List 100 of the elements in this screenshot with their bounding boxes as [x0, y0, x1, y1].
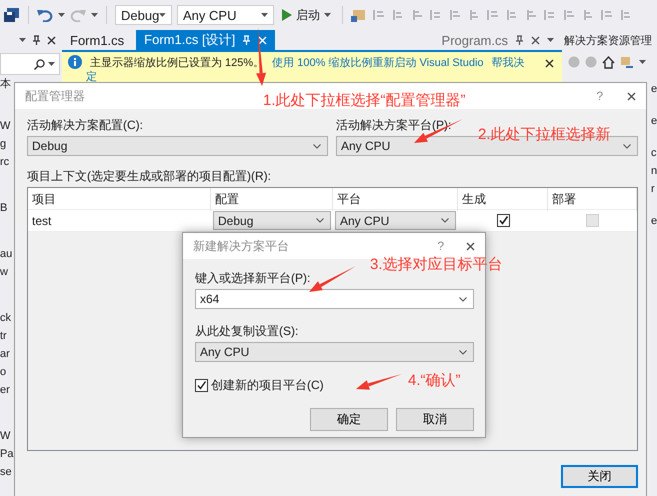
caret-icon	[58, 13, 65, 17]
tree-item[interactable]: g	[0, 135, 6, 153]
align-icon[interactable]	[543, 8, 557, 22]
checkbox-label: 创建新的项目平台(C)	[211, 377, 324, 394]
align-icon[interactable]	[429, 8, 443, 22]
arrow	[356, 374, 402, 390]
table-cell-text: test	[31, 212, 52, 230]
align-icon[interactable]	[562, 8, 576, 22]
tree-item[interactable]: e	[651, 80, 657, 98]
caret-icon	[19, 38, 26, 42]
tree-item[interactable]: er	[0, 381, 10, 399]
align-icon[interactable]	[619, 8, 633, 22]
caret-icon	[159, 13, 166, 17]
tree-item[interactable]: W	[0, 427, 10, 445]
dropdown[interactable]: Any CPU	[195, 342, 474, 362]
field-label: 项目上下文(选定要生成或部署的项目配置)(R):	[27, 169, 271, 183]
restart-link[interactable]: 使用 100% 缩放比例重新启动 Visual Studio	[272, 55, 484, 70]
ok-button[interactable]: 确定	[310, 408, 388, 431]
annotation: 3.选择对应目标平台	[370, 256, 503, 274]
back-icon[interactable]	[568, 56, 580, 68]
dialog-title: 新建解决方案平台	[193, 238, 289, 254]
tree-item[interactable]: Pa	[0, 445, 14, 463]
caret-icon	[639, 60, 646, 64]
tree-item[interactable]: au	[0, 245, 12, 263]
tree-item[interactable]: rc	[0, 153, 10, 171]
tree-item[interactable]: W	[0, 117, 10, 135]
caret-icon	[313, 144, 321, 148]
start-button[interactable]: 启动	[279, 6, 334, 24]
align-icon[interactable]	[486, 8, 500, 22]
home-icon[interactable]	[602, 56, 615, 68]
platform-combo[interactable]: x64	[195, 289, 474, 309]
align-icon[interactable]	[600, 8, 614, 22]
arrow	[309, 266, 356, 292]
tree-item[interactable]: r	[651, 180, 655, 198]
pin-icon[interactable]	[32, 35, 41, 45]
tree-item[interactable]: e	[651, 112, 657, 130]
dialog-title: 配置管理器	[25, 88, 85, 104]
folder-icon[interactable]	[351, 8, 367, 22]
dropdown[interactable]: Debug	[213, 211, 331, 230]
caret-icon	[48, 62, 55, 66]
caret-icon	[459, 296, 467, 302]
save-all-icon[interactable]	[4, 8, 20, 22]
info-message: 主显示器缩放比例已设置为 125%。	[90, 56, 264, 70]
caret-icon	[547, 38, 554, 42]
platform-dropdown[interactable]: Any CPU	[177, 5, 274, 25]
align-icon[interactable]	[448, 8, 462, 22]
close-icon[interactable]	[47, 36, 56, 44]
checkbox[interactable]	[496, 214, 510, 227]
search-field[interactable]	[0, 53, 60, 75]
pin-icon[interactable]	[515, 35, 524, 45]
dropdown[interactable]: Any CPU	[335, 211, 456, 230]
annotation: 1.此处下拉框选择“配置管理器”	[263, 92, 466, 110]
tree-item[interactable]: c	[651, 144, 656, 162]
field-label: 键入或选择新平台(P):	[195, 271, 310, 285]
align-icon[interactable]	[391, 8, 405, 22]
caret-icon	[459, 350, 467, 354]
close-button[interactable]: 关闭	[561, 465, 638, 488]
editor-tab[interactable]: Form1.cs	[62, 30, 132, 50]
close-icon[interactable]	[627, 92, 636, 100]
play-icon	[282, 9, 292, 21]
info-icon	[68, 55, 82, 69]
undo-icon[interactable]	[37, 8, 53, 22]
field-label: 从此处复制设置(S):	[195, 324, 298, 338]
tree-item[interactable]: se	[0, 463, 12, 481]
align-icon[interactable]	[505, 8, 519, 22]
help-link[interactable]: 定	[86, 69, 97, 84]
editor-tab[interactable]: Program.cs	[434, 30, 562, 50]
redo-icon[interactable]	[70, 8, 86, 22]
caret-icon	[91, 13, 98, 17]
annotation: 4.“确认”	[408, 372, 460, 390]
field-label: 活动解决方案平台(P):	[336, 118, 452, 132]
tree-item[interactable]: B	[0, 199, 8, 217]
tree-item[interactable]: tr	[0, 327, 7, 345]
forward-icon[interactable]	[585, 56, 597, 68]
search-icon	[34, 58, 45, 70]
checkbox[interactable]	[195, 379, 208, 392]
tree-item[interactable]: ck	[0, 309, 11, 327]
help-link[interactable]: 帮我决	[492, 55, 525, 70]
sync-icon[interactable]	[620, 56, 634, 68]
arrow	[256, 27, 266, 86]
field-label: 活动解决方案配置(C):	[27, 118, 143, 132]
panel-heading: 本	[0, 77, 11, 92]
tree-item[interactable]: e	[651, 212, 657, 230]
close-icon[interactable]	[531, 36, 540, 44]
caret-icon	[623, 144, 631, 148]
caret-icon	[441, 218, 449, 223]
close-icon[interactable]	[545, 59, 554, 68]
tree-item[interactable]: n	[651, 162, 657, 180]
close-icon[interactable]	[466, 242, 475, 250]
cancel-button[interactable]: 取消	[396, 408, 474, 431]
tree-item[interactable]: w	[0, 263, 8, 281]
panel-title: 解决方案资源管理	[564, 34, 653, 48]
tree-item[interactable]: ar	[0, 345, 10, 363]
caret-icon	[316, 218, 324, 223]
caret-icon	[261, 13, 268, 17]
configuration-dropdown[interactable]: Debug	[115, 5, 172, 25]
caret-icon	[324, 13, 331, 17]
align-icon[interactable]	[372, 8, 386, 22]
dropdown[interactable]: Debug	[27, 136, 328, 156]
tree-item[interactable]: o	[0, 363, 6, 381]
